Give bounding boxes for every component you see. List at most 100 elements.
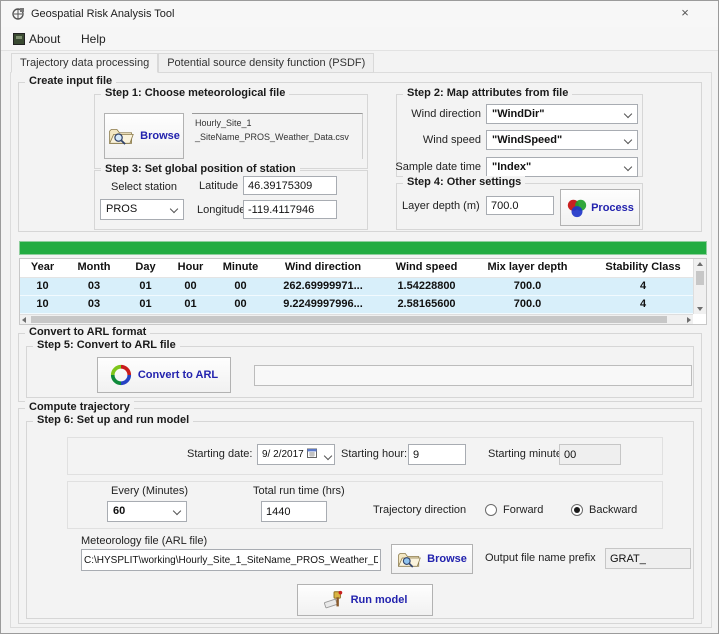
col-hour: Hour [168,259,213,277]
starting-date-picker[interactable]: 9/ 2/2017 [257,444,335,465]
starting-minute-field[interactable] [559,444,621,465]
total-run-time-field[interactable] [261,501,327,522]
table-vertical-scrollbar[interactable] [693,259,706,314]
cell: 9.2249997996... [268,296,378,313]
sample-date-time-select[interactable]: "Index" [486,157,638,177]
starting-hour-label: Starting hour: [341,448,407,460]
menu-help[interactable]: Help [81,32,106,46]
chevron-down-icon [624,110,632,118]
close-icon: × [681,5,689,20]
tab-strip: Trajectory data processing Potential sou… [11,53,374,73]
layer-depth-label: Layer depth (m) [402,200,480,212]
scrollbar-thumb [31,316,667,323]
step3-title: Step 3: Set global position of station [101,163,300,175]
chevron-down-icon [173,507,181,515]
step2-title: Step 2: Map attributes from file [403,87,572,99]
menu-about[interactable]: About [29,32,60,46]
cell: 01 [123,296,168,313]
window-title: Geospatial Risk Analysis Tool [31,8,174,20]
browse-met-file-button[interactable]: Browse [104,113,184,159]
scroll-down-icon [697,307,703,311]
col-wind-direction: Wind direction [268,259,378,277]
layer-depth-field[interactable] [486,196,554,215]
convert-to-arl-label: Convert to ARL [138,369,218,381]
forward-radio-label: Forward [503,504,543,516]
longitude-field[interactable] [243,200,337,219]
run-model-button[interactable]: Run model [297,584,433,616]
folder-search-icon [108,126,134,146]
chevron-down-icon [624,163,632,171]
rgb-circles-icon [566,197,588,219]
meteorology-file-label: Meteorology file (ARL file) [81,535,207,547]
select-station-label: Select station [111,181,177,193]
chevron-down-icon [324,452,332,460]
col-minute: Minute [213,259,268,277]
cell: 10 [20,278,65,295]
table-row[interactable]: 10 03 01 00 00 262.69999971... 1.5422880… [20,278,706,296]
col-month: Month [65,259,123,277]
latitude-field[interactable] [243,176,337,195]
backward-radio-label: Backward [589,504,637,516]
cell: 00 [213,278,268,295]
cell: 01 [123,278,168,295]
cell: 03 [65,296,123,313]
cell: 2.58165600 [378,296,475,313]
forward-radio[interactable] [485,504,497,516]
title-bar: Geospatial Risk Analysis Tool × [1,1,718,27]
cell: 1.54228800 [378,278,475,295]
met-file-name-display: Hourly_Site_1 _SiteName_PROS_Weather_Dat… [192,113,363,159]
met-file-name-line1: Hourly_Site_1 [195,117,360,131]
cell: 00 [213,296,268,313]
table-row[interactable]: 10 03 01 01 00 9.2249997996... 2.5816560… [20,296,706,314]
table-horizontal-scrollbar[interactable] [20,314,693,324]
step4-title: Step 4: Other settings [403,176,525,188]
app-window: Geospatial Risk Analysis Tool × About He… [0,0,719,634]
wind-speed-value: "WindSpeed" [492,134,562,146]
calendar-icon [307,448,317,458]
cell: 4 [580,278,706,295]
met-file-name-line2: _SiteName_PROS_Weather_Data.csv [195,131,360,145]
col-mix-layer-depth: Mix layer depth [475,259,580,277]
wind-speed-select[interactable]: "WindSpeed" [486,130,638,150]
weather-data-table: Year Month Day Hour Minute Wind directio… [19,258,707,325]
cell: 03 [65,278,123,295]
browse-arl-file-button[interactable]: Browse [391,544,473,574]
every-minutes-select[interactable]: 60 [107,501,187,522]
scroll-right-icon [687,317,691,323]
cell: 700.0 [475,296,580,313]
chevron-down-icon [624,136,632,144]
folder-search-icon [397,550,421,569]
wind-direction-value: "WindDir" [492,108,545,120]
process-button[interactable]: Process [560,189,640,226]
hammer-tool-icon [323,589,345,611]
cell: 01 [168,296,213,313]
col-day: Day [123,259,168,277]
backward-radio[interactable] [571,504,583,516]
sample-date-time-label: Sample date time [393,161,481,173]
wind-direction-select[interactable]: "WindDir" [486,104,638,124]
convert-progress-bar [254,365,692,386]
wind-direction-label: Wind direction [401,108,481,120]
tab-psdf[interactable]: Potential source density function (PSDF) [158,53,374,73]
convert-to-arl-button[interactable]: Convert to ARL [97,357,231,393]
col-wind-speed: Wind speed [378,259,475,277]
convert-arl-title: Convert to ARL format [25,326,150,338]
col-year: Year [20,259,65,277]
meteorology-file-field[interactable] [81,549,381,571]
station-select[interactable]: PROS [100,199,184,220]
latitude-label: Latitude [199,180,238,192]
cell: 262.69999971... [268,278,378,295]
color-cycle-icon [110,364,132,386]
every-minutes-value: 60 [113,505,125,517]
compute-trajectory-title: Compute trajectory [25,401,134,413]
output-prefix-field[interactable] [605,548,691,569]
cell: 10 [20,296,65,313]
tab-trajectory-data-processing[interactable]: Trajectory data processing [11,53,158,73]
starting-hour-field[interactable] [408,444,466,465]
station-value: PROS [106,203,137,215]
table-header-row: Year Month Day Hour Minute Wind directio… [20,259,706,278]
process-label: Process [591,202,634,214]
browse-arl-file-label: Browse [427,553,467,565]
scrollbar-thumb [696,271,704,285]
close-button[interactable]: × [668,1,702,26]
